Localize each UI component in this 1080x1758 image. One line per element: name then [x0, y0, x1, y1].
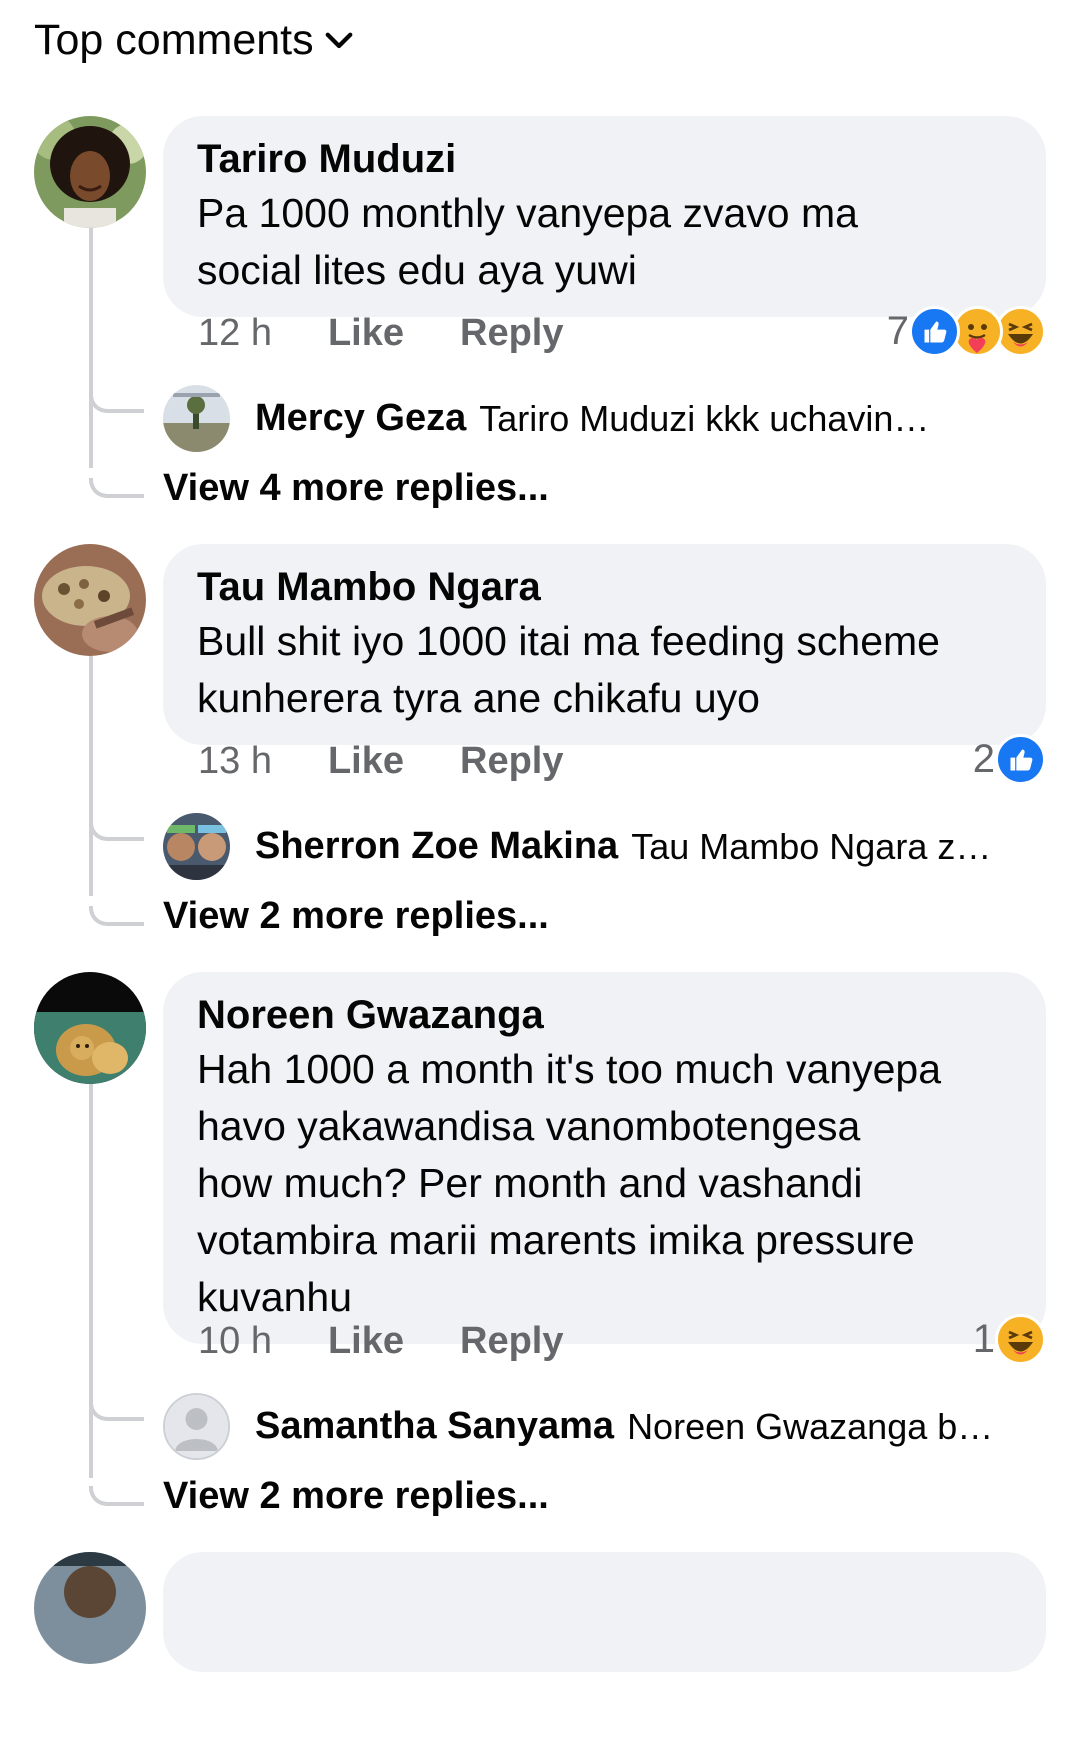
default-avatar-icon[interactable]	[163, 1393, 230, 1460]
filter-label: Top comments	[34, 16, 314, 64]
like-reaction-icon	[995, 734, 1046, 785]
reply-preview[interactable]: Samantha Sanyama Noreen Gwazanga bvun...	[163, 1393, 1002, 1460]
comment-text-line: votambira marii marents imika pressure	[197, 1217, 915, 1263]
reply-author[interactable]: Samantha Sanyama	[255, 1405, 614, 1448]
reply-avatar[interactable]	[163, 385, 230, 452]
comment-actions: 10 h Like Reply	[198, 1320, 564, 1363]
reply-author[interactable]: Mercy Geza	[255, 397, 466, 440]
comment-text-line: Pa 1000 monthly vanyepa zvavo ma	[197, 190, 858, 236]
comment-text-line: kuvanhu	[197, 1274, 353, 1320]
like-button[interactable]: Like	[328, 1320, 404, 1363]
reply-author[interactable]: Sherron Zoe Makina	[255, 825, 618, 868]
haha-reaction-icon	[995, 1314, 1046, 1365]
reply-connector	[89, 478, 144, 498]
reply-button[interactable]: Reply	[460, 1320, 563, 1363]
reaction-summary[interactable]: 2	[973, 734, 1046, 785]
thread-line	[89, 228, 93, 468]
reaction-count: 7	[886, 309, 909, 353]
view-more-replies-link[interactable]: View 2 more replies...	[163, 1475, 549, 1518]
comment-bubble	[163, 1552, 1046, 1672]
like-button[interactable]: Like	[328, 740, 404, 783]
comment-bubble: Tau Mambo Ngara Bull shit iyo 1000 itai …	[163, 544, 1046, 745]
reaction-count: 2	[972, 737, 995, 781]
chevron-down-icon	[325, 32, 352, 48]
reply-text: Tau Mambo Ngara zvak...	[631, 825, 1002, 867]
comment-text-line: Bull shit iyo 1000 itai ma feeding schem…	[197, 618, 940, 664]
reply-connector	[89, 1486, 144, 1506]
comment-author[interactable]: Tariro Muduzi	[197, 133, 1014, 185]
comment-actions: 13 h Like Reply	[198, 740, 564, 783]
comment-text-line: Hah 1000 a month it's too much vanyepa	[197, 1046, 942, 1092]
comment-text-line: kunherera tyra ane chikafu uyo	[197, 675, 760, 721]
reply-text: Tariro Muduzi kkk uchavingwa	[479, 397, 940, 439]
avatar[interactable]	[34, 116, 146, 228]
reply-avatar[interactable]	[163, 813, 230, 880]
reply-preview[interactable]: Sherron Zoe Makina Tau Mambo Ngara zvak.…	[163, 813, 1001, 880]
comment-text-line: how much? Per month and vashandi	[197, 1160, 863, 1206]
comment-bubble: Tariro Muduzi Pa 1000 monthly vanyepa zv…	[163, 116, 1046, 317]
comment-timestamp[interactable]: 13 h	[198, 740, 272, 783]
comment-actions: 12 h Like Reply	[198, 312, 564, 355]
avatar[interactable]	[34, 972, 146, 1084]
comment-text-line: social lites edu aya yuwi	[197, 247, 637, 293]
reply-button[interactable]: Reply	[460, 740, 563, 783]
reply-connector	[89, 821, 144, 841]
avatar[interactable]	[34, 1552, 146, 1664]
comment-author[interactable]: Tau Mambo Ngara	[197, 561, 1014, 613]
like-button[interactable]: Like	[328, 312, 404, 355]
comment-timestamp[interactable]: 12 h	[198, 312, 272, 355]
reply-connector	[89, 393, 144, 413]
avatar[interactable]	[34, 544, 146, 656]
comment-author[interactable]: Noreen Gwazanga	[197, 989, 1014, 1041]
view-more-replies-link[interactable]: View 4 more replies...	[163, 467, 549, 510]
thread-line	[89, 656, 93, 896]
top-comments-filter[interactable]: Top comments	[34, 16, 354, 65]
comment-text-line: havo yakawandisa vanombotengesa	[197, 1103, 861, 1149]
reaction-count: 1	[972, 1317, 995, 1361]
reply-connector	[89, 1401, 144, 1421]
reaction-summary[interactable]: 1	[973, 1314, 1046, 1365]
comment-timestamp[interactable]: 10 h	[198, 1320, 272, 1363]
reply-button[interactable]: Reply	[460, 312, 563, 355]
like-reaction-icon	[909, 306, 960, 357]
reply-preview[interactable]: Mercy Geza Tariro Muduzi kkk uchavingwa	[163, 385, 939, 452]
reaction-summary[interactable]: 7	[887, 306, 1046, 357]
view-more-replies-link[interactable]: View 2 more replies...	[163, 895, 549, 938]
reply-connector	[89, 906, 144, 926]
thread-line	[89, 1084, 93, 1478]
reply-text: Noreen Gwazanga bvun...	[627, 1405, 1002, 1447]
comment-bubble: Noreen Gwazanga Hah 1000 a month it's to…	[163, 972, 1046, 1344]
